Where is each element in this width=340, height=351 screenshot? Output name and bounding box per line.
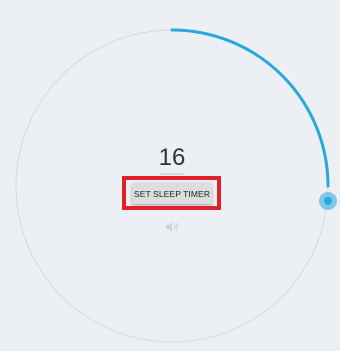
speaker-icon	[166, 222, 179, 232]
timer-value: 16	[158, 144, 186, 171]
set-sleep-timer-button[interactable]: SET SLEEP TIMER	[132, 183, 212, 204]
timer-value-underline	[160, 173, 184, 175]
dial-handle[interactable]	[324, 197, 332, 205]
